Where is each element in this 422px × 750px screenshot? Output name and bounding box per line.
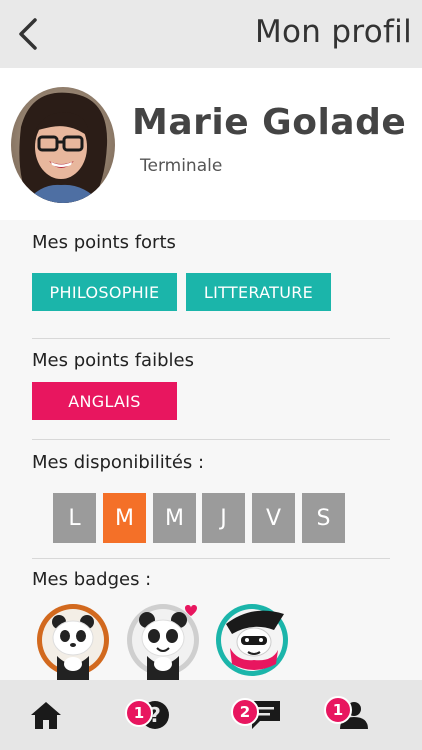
questions-count-badge: 1: [125, 699, 153, 727]
strengths-title: Mes points forts: [32, 232, 176, 253]
availability-title: Mes disponibilités :: [32, 452, 205, 473]
divider: [32, 439, 390, 440]
tag-litterature[interactable]: LITTERATURE: [186, 273, 331, 311]
weaknesses-title: Mes points faibles: [32, 350, 194, 371]
profile-grade: Terminale: [140, 156, 223, 176]
messages-count-badge: 2: [231, 698, 259, 726]
profile-card: Marie Golade Terminale: [0, 68, 422, 220]
panda-orange-badge[interactable]: [35, 598, 111, 680]
tag-philosophie[interactable]: PHILOSOPHIE: [32, 273, 177, 311]
day-jeudi[interactable]: J: [202, 493, 245, 543]
profile-name: Marie Golade: [132, 102, 407, 143]
back-button[interactable]: [8, 12, 48, 56]
home-icon: [31, 702, 61, 729]
badges-title: Mes badges :: [32, 569, 152, 590]
nav-home[interactable]: [11, 680, 81, 750]
divider: [32, 338, 390, 339]
divider: [32, 558, 390, 559]
day-samedi[interactable]: S: [302, 493, 345, 543]
day-lundi[interactable]: L: [53, 493, 96, 543]
day-mercredi[interactable]: M: [153, 493, 196, 543]
day-mardi[interactable]: M: [103, 493, 146, 543]
profile-count-badge: 1: [324, 696, 352, 724]
avatar: [11, 87, 115, 203]
page-title: Mon profil: [254, 14, 412, 50]
tag-anglais[interactable]: ANGLAIS: [32, 382, 177, 420]
panda-hero-badge[interactable]: [214, 598, 290, 680]
bottom-nav: ? 1 2 1: [0, 680, 422, 750]
panda-love-badge[interactable]: [125, 598, 201, 680]
app-header: Mon profil: [0, 0, 422, 68]
day-vendredi[interactable]: V: [252, 493, 295, 543]
chevron-left-icon: [19, 18, 37, 50]
